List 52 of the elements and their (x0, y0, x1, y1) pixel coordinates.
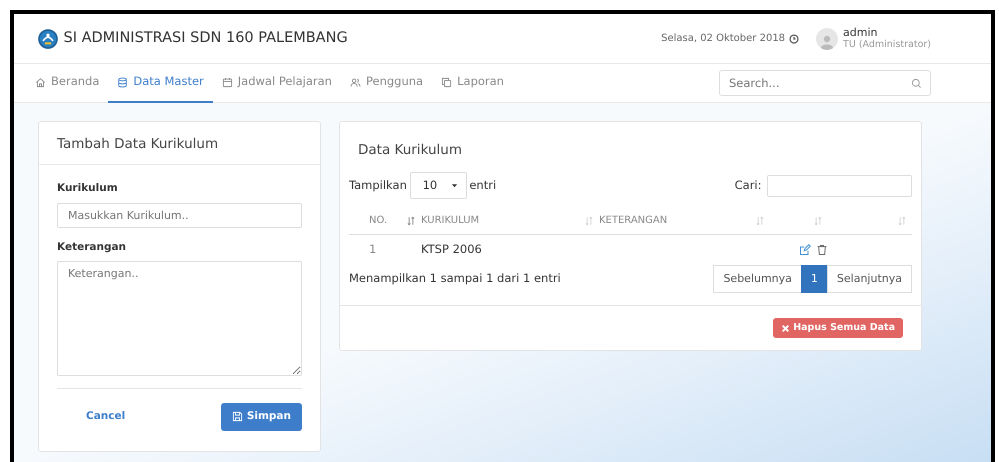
edit-icon[interactable] (798, 244, 810, 256)
pagination-button[interactable]: Selanjutnya (826, 264, 912, 293)
database-icon (117, 76, 128, 88)
trash-icon[interactable] (816, 244, 828, 256)
nav-tab[interactable]: Pengguna (340, 64, 432, 102)
table-title: Data Kurikulum (357, 141, 463, 160)
table-info: Menampilkan 1 sampai 1 dari 1 entri (349, 270, 561, 288)
clock-icon (789, 34, 800, 44)
column-header[interactable]: KURIKULUM (421, 207, 480, 234)
sort-icon (896, 216, 906, 226)
text-area[interactable]: Keterangan.. (57, 260, 302, 376)
pagination-button[interactable]: Sebelumnya (713, 264, 802, 293)
calendar-icon (222, 76, 233, 88)
field-label: Keterangan (57, 240, 128, 254)
user-name: admin (843, 26, 879, 40)
logo-icon (38, 28, 58, 48)
users-icon (350, 76, 361, 88)
table-cell-text: KTSP 2006 (421, 241, 483, 258)
input-field[interactable]: Masukkan Kurikulum.. (57, 202, 302, 228)
sort-icon (406, 216, 416, 226)
table-search-field[interactable] (767, 174, 912, 197)
avatar (816, 28, 838, 50)
nav-tab[interactable]: Beranda (26, 64, 108, 102)
field-label: Kurikulum (57, 181, 119, 196)
search-label: Cari: (734, 177, 762, 194)
caret-icon (450, 182, 458, 190)
nav-tab[interactable]: Data Master (108, 64, 213, 102)
table-cell-text: 1 (369, 241, 378, 258)
cancel-link[interactable]: Cancel (85, 408, 126, 426)
entries-label: entri (469, 177, 496, 194)
column-header[interactable]: KETERANGAN (599, 207, 668, 234)
search-field[interactable]: Search... (719, 70, 931, 96)
user-role: TU (Administrator) (843, 39, 931, 52)
delete-all-button[interactable]: Hapus Semua Data (773, 318, 903, 338)
date-text: Selasa, 02 Oktober 2018 (661, 32, 786, 46)
home-icon (35, 76, 46, 88)
form-title: Tambah Data Kurikulum (39, 122, 320, 166)
sort-icon (584, 216, 594, 226)
search-icon (911, 78, 922, 88)
copy-icon (441, 76, 452, 88)
sort-icon (754, 216, 764, 226)
close-icon (781, 324, 790, 333)
pagination-button[interactable]: 1 (800, 264, 828, 293)
floppy-icon (232, 411, 243, 422)
app-title: SI ADMINISTRASI SDN 160 PALEMBANG (64, 28, 348, 48)
nav-tab[interactable]: Laporan (432, 64, 513, 102)
column-header[interactable]: NO. (369, 207, 388, 234)
nav-tab[interactable]: Jadwal Pelajaran (212, 64, 341, 102)
page-size-select[interactable]: 10 (410, 172, 467, 200)
save-button[interactable]: Simpan (220, 402, 302, 430)
sort-icon (812, 216, 822, 226)
show-label: Tampilkan (349, 177, 407, 194)
